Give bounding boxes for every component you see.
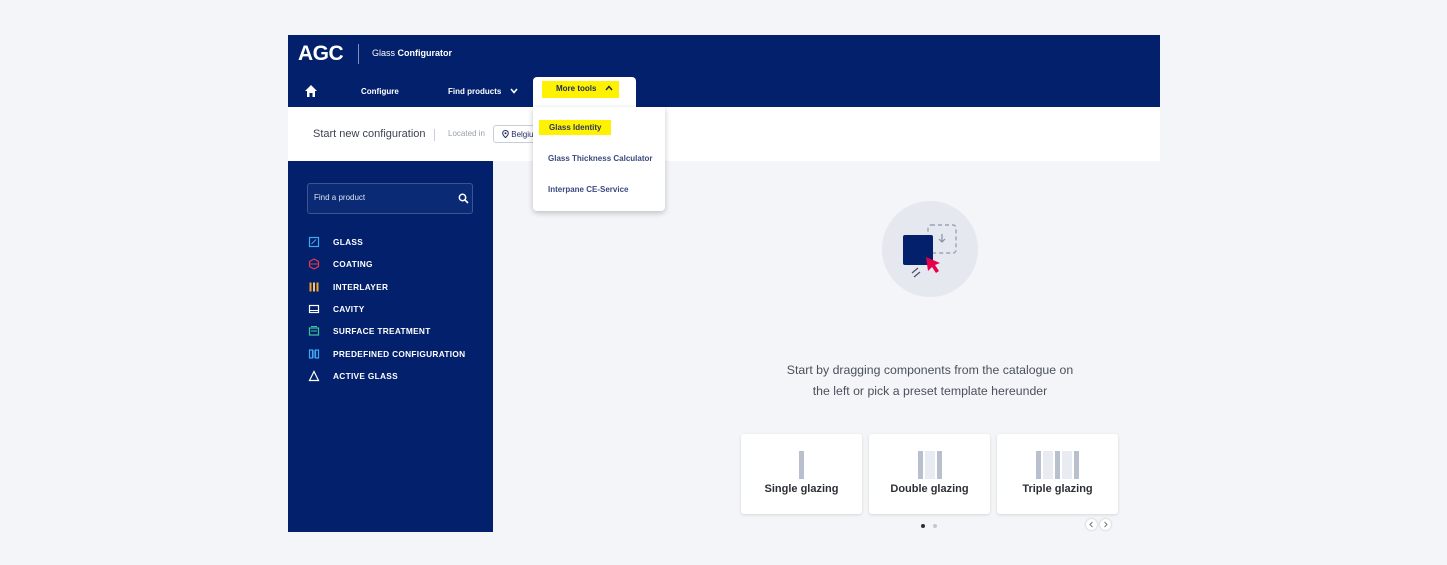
surface-treatment-icon (308, 326, 320, 336)
nav-find-products[interactable]: Find products (448, 87, 518, 96)
product-search-box (307, 183, 473, 214)
drag-illustration (882, 201, 978, 297)
category-coating[interactable]: COATING (308, 253, 488, 275)
cavity-pane (1062, 451, 1072, 479)
glass-pane (1055, 451, 1060, 479)
chevron-right-icon (1104, 521, 1108, 528)
logo-divider (358, 44, 359, 64)
chevron-left-icon (1089, 521, 1093, 528)
glass-pane (1036, 451, 1041, 479)
nav-configure[interactable]: Configure (361, 87, 399, 96)
category-cavity[interactable]: CAVITY (308, 298, 488, 320)
category-list: GLASS COATING INTERLAYER CAVITY SURFACE … (308, 231, 488, 387)
app-header: AGC Glass Configurator Configure Find pr… (288, 35, 1160, 107)
menu-item-glass-identity[interactable]: Glass Identity (539, 120, 612, 135)
config-separator (434, 129, 435, 141)
configuration-bar: Start new configuration Located in Belgi… (288, 107, 1160, 161)
location-pin-icon (502, 129, 509, 139)
menu-item-interpane-ce-service[interactable]: Interpane CE-Service (548, 185, 628, 194)
glass-pane (917, 451, 923, 479)
located-in-label: Located in (448, 129, 485, 138)
category-label: CAVITY (333, 304, 365, 315)
search-icon[interactable] (458, 193, 469, 204)
category-predefined-configuration[interactable]: PREDEFINED CONFIGURATION (308, 342, 488, 364)
coating-icon (308, 258, 320, 271)
app-title-bold: Configurator (397, 48, 453, 58)
category-label: SURFACE TREATMENT (333, 326, 431, 337)
product-search-input[interactable] (314, 193, 444, 202)
cavity-icon (308, 304, 320, 314)
category-label: PREDEFINED CONFIGURATION (333, 348, 466, 359)
nav-more-tools[interactable]: More tools (533, 77, 636, 107)
active-glass-icon (308, 370, 320, 382)
more-tools-dropdown: Glass Identity Glass Thickness Calculato… (533, 107, 665, 211)
empty-state-prompt: Start by dragging components from the ca… (786, 363, 1074, 398)
catalogue-sidebar: GLASS COATING INTERLAYER CAVITY SURFACE … (288, 161, 493, 532)
template-panes (869, 451, 990, 479)
config-title: Start new configuration (313, 128, 426, 140)
main-nav: Configure Find products More tools (288, 77, 1160, 107)
nav-more-tools-label: More tools (556, 84, 597, 93)
app-title: Glass Configurator (372, 48, 452, 58)
chevron-down-icon (509, 88, 518, 94)
cavity-pane (924, 451, 935, 479)
drag-component-icon (903, 224, 957, 278)
template-label: Single glazing (764, 483, 839, 495)
nav-find-products-label: Find products (448, 87, 502, 96)
template-single-glazing[interactable]: Single glazing (741, 434, 862, 514)
interlayer-icon (309, 282, 319, 292)
glass-pane (799, 451, 804, 479)
category-glass[interactable]: GLASS (308, 231, 488, 253)
template-double-glazing[interactable]: Double glazing (869, 434, 990, 514)
category-surface-treatment[interactable]: SURFACE TREATMENT (308, 320, 488, 342)
template-triple-glazing[interactable]: Triple glazing (997, 434, 1118, 514)
chevron-up-icon (605, 85, 613, 91)
carousel-next-button[interactable] (1100, 519, 1111, 530)
category-label: GLASS (333, 237, 364, 248)
template-panes (741, 451, 862, 479)
carousel-prev-button[interactable] (1086, 519, 1097, 530)
nav-more-tools-highlight: More tools (542, 81, 619, 98)
template-label: Triple glazing (1022, 483, 1093, 495)
category-label: ACTIVE GLASS (333, 370, 398, 381)
cavity-pane (1043, 451, 1053, 479)
predefined-configuration-icon (308, 349, 320, 359)
menu-item-glass-thickness-calculator[interactable]: Glass Thickness Calculator (548, 154, 653, 163)
category-active-glass[interactable]: ACTIVE GLASS (308, 365, 488, 387)
glass-pane (1074, 451, 1079, 479)
carousel-dot-active[interactable] (921, 524, 925, 528)
category-label: COATING (333, 259, 373, 270)
agc-logo[interactable]: AGC (298, 42, 344, 66)
category-label: INTERLAYER (333, 281, 389, 292)
carousel-dot[interactable] (933, 524, 937, 528)
app-title-prefix: Glass (372, 48, 398, 58)
category-interlayer[interactable]: INTERLAYER (308, 276, 488, 298)
glass-icon (308, 237, 320, 248)
home-icon[interactable] (304, 84, 318, 98)
template-label: Double glazing (890, 483, 969, 495)
glass-pane (936, 451, 942, 479)
template-panes (997, 451, 1118, 479)
